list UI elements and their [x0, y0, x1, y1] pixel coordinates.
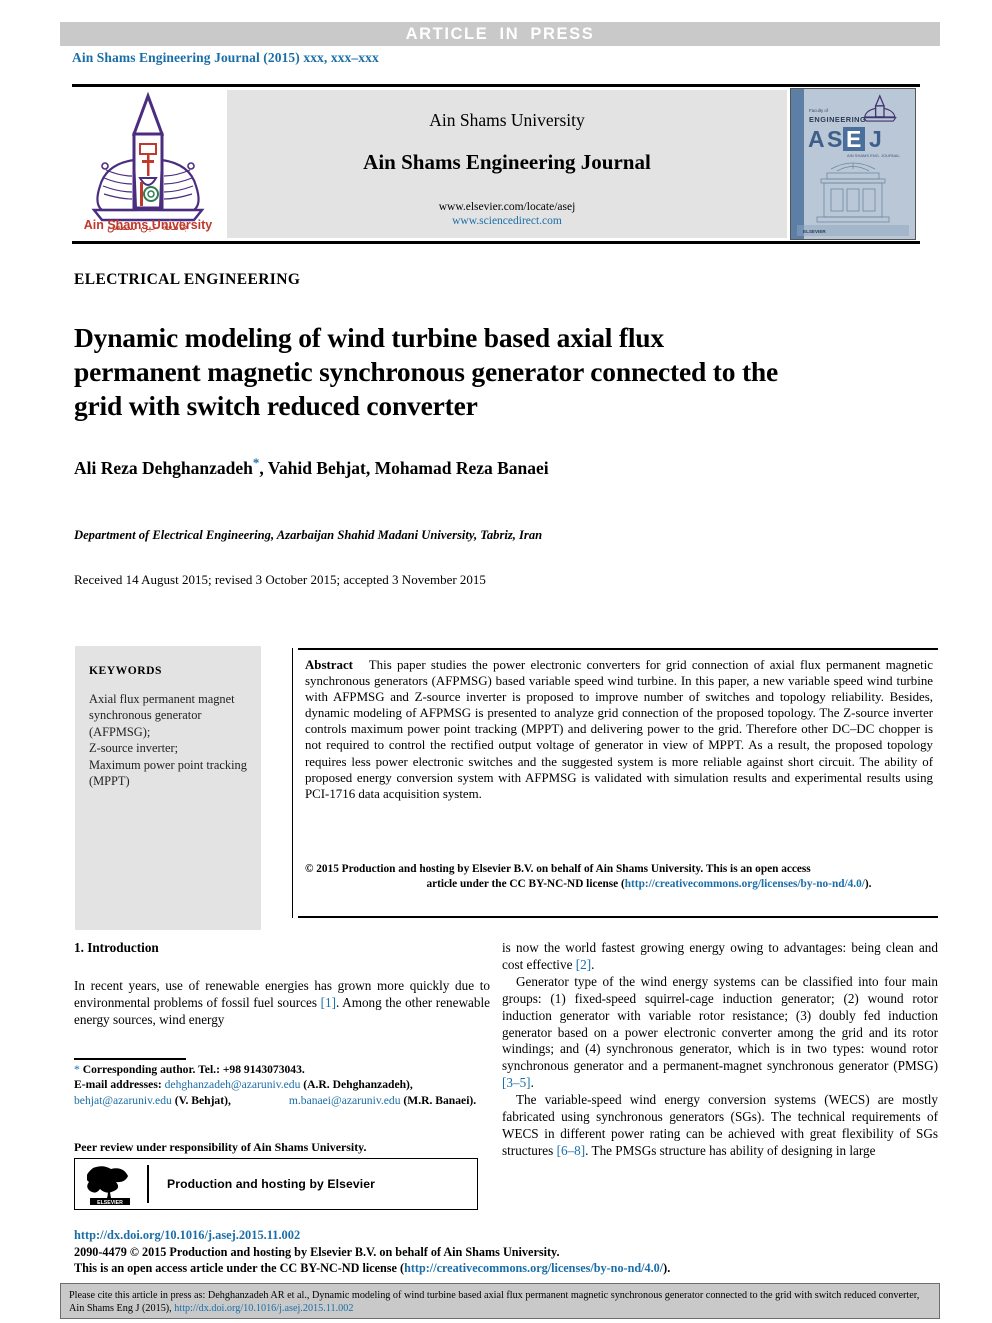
abstract-divider	[292, 648, 293, 918]
paragraph: The variable-speed wind energy conversio…	[502, 1092, 938, 1160]
license-line-suffix: ).	[663, 1260, 671, 1275]
page-title: Dynamic modeling of wind turbine based a…	[74, 322, 779, 422]
received-dates: Received 14 August 2015; revised 3 Octob…	[74, 572, 486, 587]
elsevier-hosting-label: Production and hosting by Elsevier	[167, 1177, 375, 1191]
paragraph: In recent years, use of renewable energi…	[74, 978, 490, 1029]
masthead-elsevier-url[interactable]: www.elsevier.com/locate/asej	[227, 201, 787, 213]
license-line-prefix: This is an open access article under the…	[74, 1260, 405, 1275]
citation-ref[interactable]: [1]	[321, 995, 336, 1010]
citation-ref[interactable]: [6–8]	[557, 1143, 586, 1158]
footnote-block: * Corresponding author. Tel.: +98 914307…	[74, 1062, 490, 1108]
citation-ref[interactable]: [2]	[576, 957, 591, 972]
journal-cover-icon: Faculty of ENGINEERING A S E J AIN SHAMS…	[791, 89, 915, 239]
masthead-center-panel: Ain Shams University Ain Shams Engineeri…	[227, 90, 787, 238]
keyword-item: Axial flux permanent magnet synchronous …	[89, 692, 235, 739]
issn-copyright-block: 2090-4479 © 2015 Production and hosting …	[74, 1245, 774, 1276]
paragraph-text-cont: .	[530, 1075, 534, 1091]
email-owner-3: (M.R. Banaei).	[403, 1093, 477, 1107]
abstract-text: Abstract This paper studies the power el…	[305, 657, 933, 802]
abstract-copyright: © 2015 Production and hosting by Elsevie…	[305, 862, 933, 892]
paragraph: is now the world fastest growing energy …	[502, 940, 938, 974]
paragraph-text-cont: . The PMSGs structure has ability of des…	[585, 1142, 876, 1158]
license-suffix: ).	[864, 878, 872, 890]
svg-text:ELSEVIER: ELSEVIER	[803, 229, 826, 234]
footnote-rule	[74, 1058, 186, 1060]
university-crest-icon: جامعة عين شمس	[91, 91, 205, 233]
cite-article-footer: Please cite this article in press as: De…	[60, 1283, 940, 1319]
article-page: ARTICLE IN PRESS Ain Shams Engineering J…	[0, 0, 992, 1323]
paragraph-text: is now the world fastest growing energy …	[502, 940, 938, 972]
cite-article-text: Please cite this article in press as: De…	[69, 1289, 931, 1315]
abstract-body: This paper studies the power electronic …	[305, 658, 933, 801]
body-column-left: 1. Introduction In recent years, use of …	[74, 940, 490, 1029]
university-logo-label: Ain Shams University	[83, 218, 213, 232]
elsevier-hosting-box: ELSEVIER Production and hosting by Elsev…	[74, 1158, 478, 1210]
ain-shams-university-logo: جامعة عين شمس Ain Shams University	[72, 90, 224, 238]
issn-line: 2090-4479 © 2015 Production and hosting …	[74, 1245, 560, 1259]
elsevier-divider	[147, 1165, 149, 1203]
affiliation: Department of Electrical Engineering, Az…	[74, 528, 543, 542]
copyright-line-2: article under the CC BY-NC-ND license (h…	[305, 877, 933, 892]
license-prefix: article under the CC BY-NC-ND license (	[426, 878, 625, 890]
masthead-journal-name: Ain Shams Engineering Journal	[363, 150, 651, 174]
email-owner-2: (V. Behjat),	[171, 1093, 231, 1107]
abstract-rule-top	[298, 648, 938, 650]
citation-ref[interactable]: [3–5]	[502, 1075, 531, 1090]
paragraph: Generator type of the wind energy system…	[502, 974, 938, 1092]
footer-license-link[interactable]: http://creativecommons.org/licenses/by-n…	[404, 1261, 663, 1275]
masthead: جامعة عين شمس Ain Shams University Ain S…	[72, 88, 920, 240]
journal-reference-line: Ain Shams Engineering Journal (2015) xxx…	[72, 50, 379, 65]
abstract-label: Abstract	[305, 658, 353, 672]
email-link-1[interactable]: dehghanzadeh@azaruniv.edu	[165, 1078, 301, 1091]
svg-text:ENGINEERING: ENGINEERING	[809, 115, 866, 124]
corresponding-author-note: Corresponding author. Tel.: +98 91430730…	[82, 1063, 305, 1076]
email-link-2[interactable]: behjat@azaruniv.edu	[74, 1094, 172, 1107]
svg-text:ELSEVIER: ELSEVIER	[97, 1200, 123, 1206]
keywords-panel: KEYWORDS Axial flux permanent magnet syn…	[75, 646, 261, 930]
author-others: , Vahid Behjat, Mohamad Reza Banaei	[259, 457, 549, 478]
license-link[interactable]: http://creativecommons.org/licenses/by-n…	[625, 878, 865, 890]
author-list: Ali Reza Dehghanzadeh*, Vahid Behjat, Mo…	[74, 455, 904, 479]
masthead-rule-top	[72, 84, 920, 87]
keyword-item: Maximum power point tracking (MPPT)	[89, 757, 247, 789]
elsevier-tree-icon: ELSEVIER	[87, 1166, 130, 1206]
svg-text:E: E	[846, 126, 861, 152]
svg-text:A: A	[808, 126, 825, 152]
svg-text:J: J	[869, 126, 882, 152]
paragraph-text: Generator type of the wind energy system…	[502, 973, 938, 1074]
author-primary: Ali Reza Dehghanzadeh	[74, 457, 253, 478]
email-owner-1: (A.R. Dehghanzadeh),	[300, 1078, 413, 1092]
body-column-right: is now the world fastest growing energy …	[502, 940, 938, 1160]
section-heading-introduction: 1. Introduction	[74, 940, 159, 955]
svg-text:AIN SHAMS ENG. JOURNAL: AIN SHAMS ENG. JOURNAL	[847, 153, 900, 158]
email-label: E-mail addresses:	[74, 1078, 162, 1092]
article-in-press-banner: ARTICLE IN PRESS	[60, 22, 940, 46]
abstract-rule-bottom	[298, 916, 938, 918]
subject-kicker: ELECTRICAL ENGINEERING	[74, 271, 301, 288]
footnote-asterisk: *	[74, 1063, 80, 1076]
masthead-sciencedirect-url[interactable]: www.sciencedirect.com	[227, 215, 787, 227]
copyright-line-1: © 2015 Production and hosting by Elsevie…	[305, 863, 811, 875]
keywords-heading: KEYWORDS	[89, 664, 162, 677]
peer-review-note: Peer review under responsibility of Ain …	[74, 1140, 367, 1154]
doi-link[interactable]: http://dx.doi.org/10.1016/j.asej.2015.11…	[74, 1228, 300, 1243]
svg-text:Faculty of: Faculty of	[809, 108, 829, 113]
article-in-press-label: ARTICLE IN PRESS	[405, 24, 595, 43]
email-addresses-line: E-mail addresses: dehghanzadeh@azaruniv.…	[74, 1077, 490, 1108]
journal-cover-thumbnail: Faculty of ENGINEERING A S E J AIN SHAMS…	[790, 88, 916, 240]
svg-text:S: S	[827, 126, 842, 152]
cite-doi-link[interactable]: http://dx.doi.org/10.1016/j.asej.2015.11…	[174, 1303, 353, 1314]
email-link-3[interactable]: m.banaei@azaruniv.edu	[289, 1094, 401, 1107]
keyword-item: Z-source inverter;	[89, 741, 179, 756]
masthead-university-name: Ain Shams University	[429, 110, 585, 130]
masthead-rule-bottom	[72, 241, 920, 244]
paragraph-text-cont: .	[591, 956, 595, 972]
